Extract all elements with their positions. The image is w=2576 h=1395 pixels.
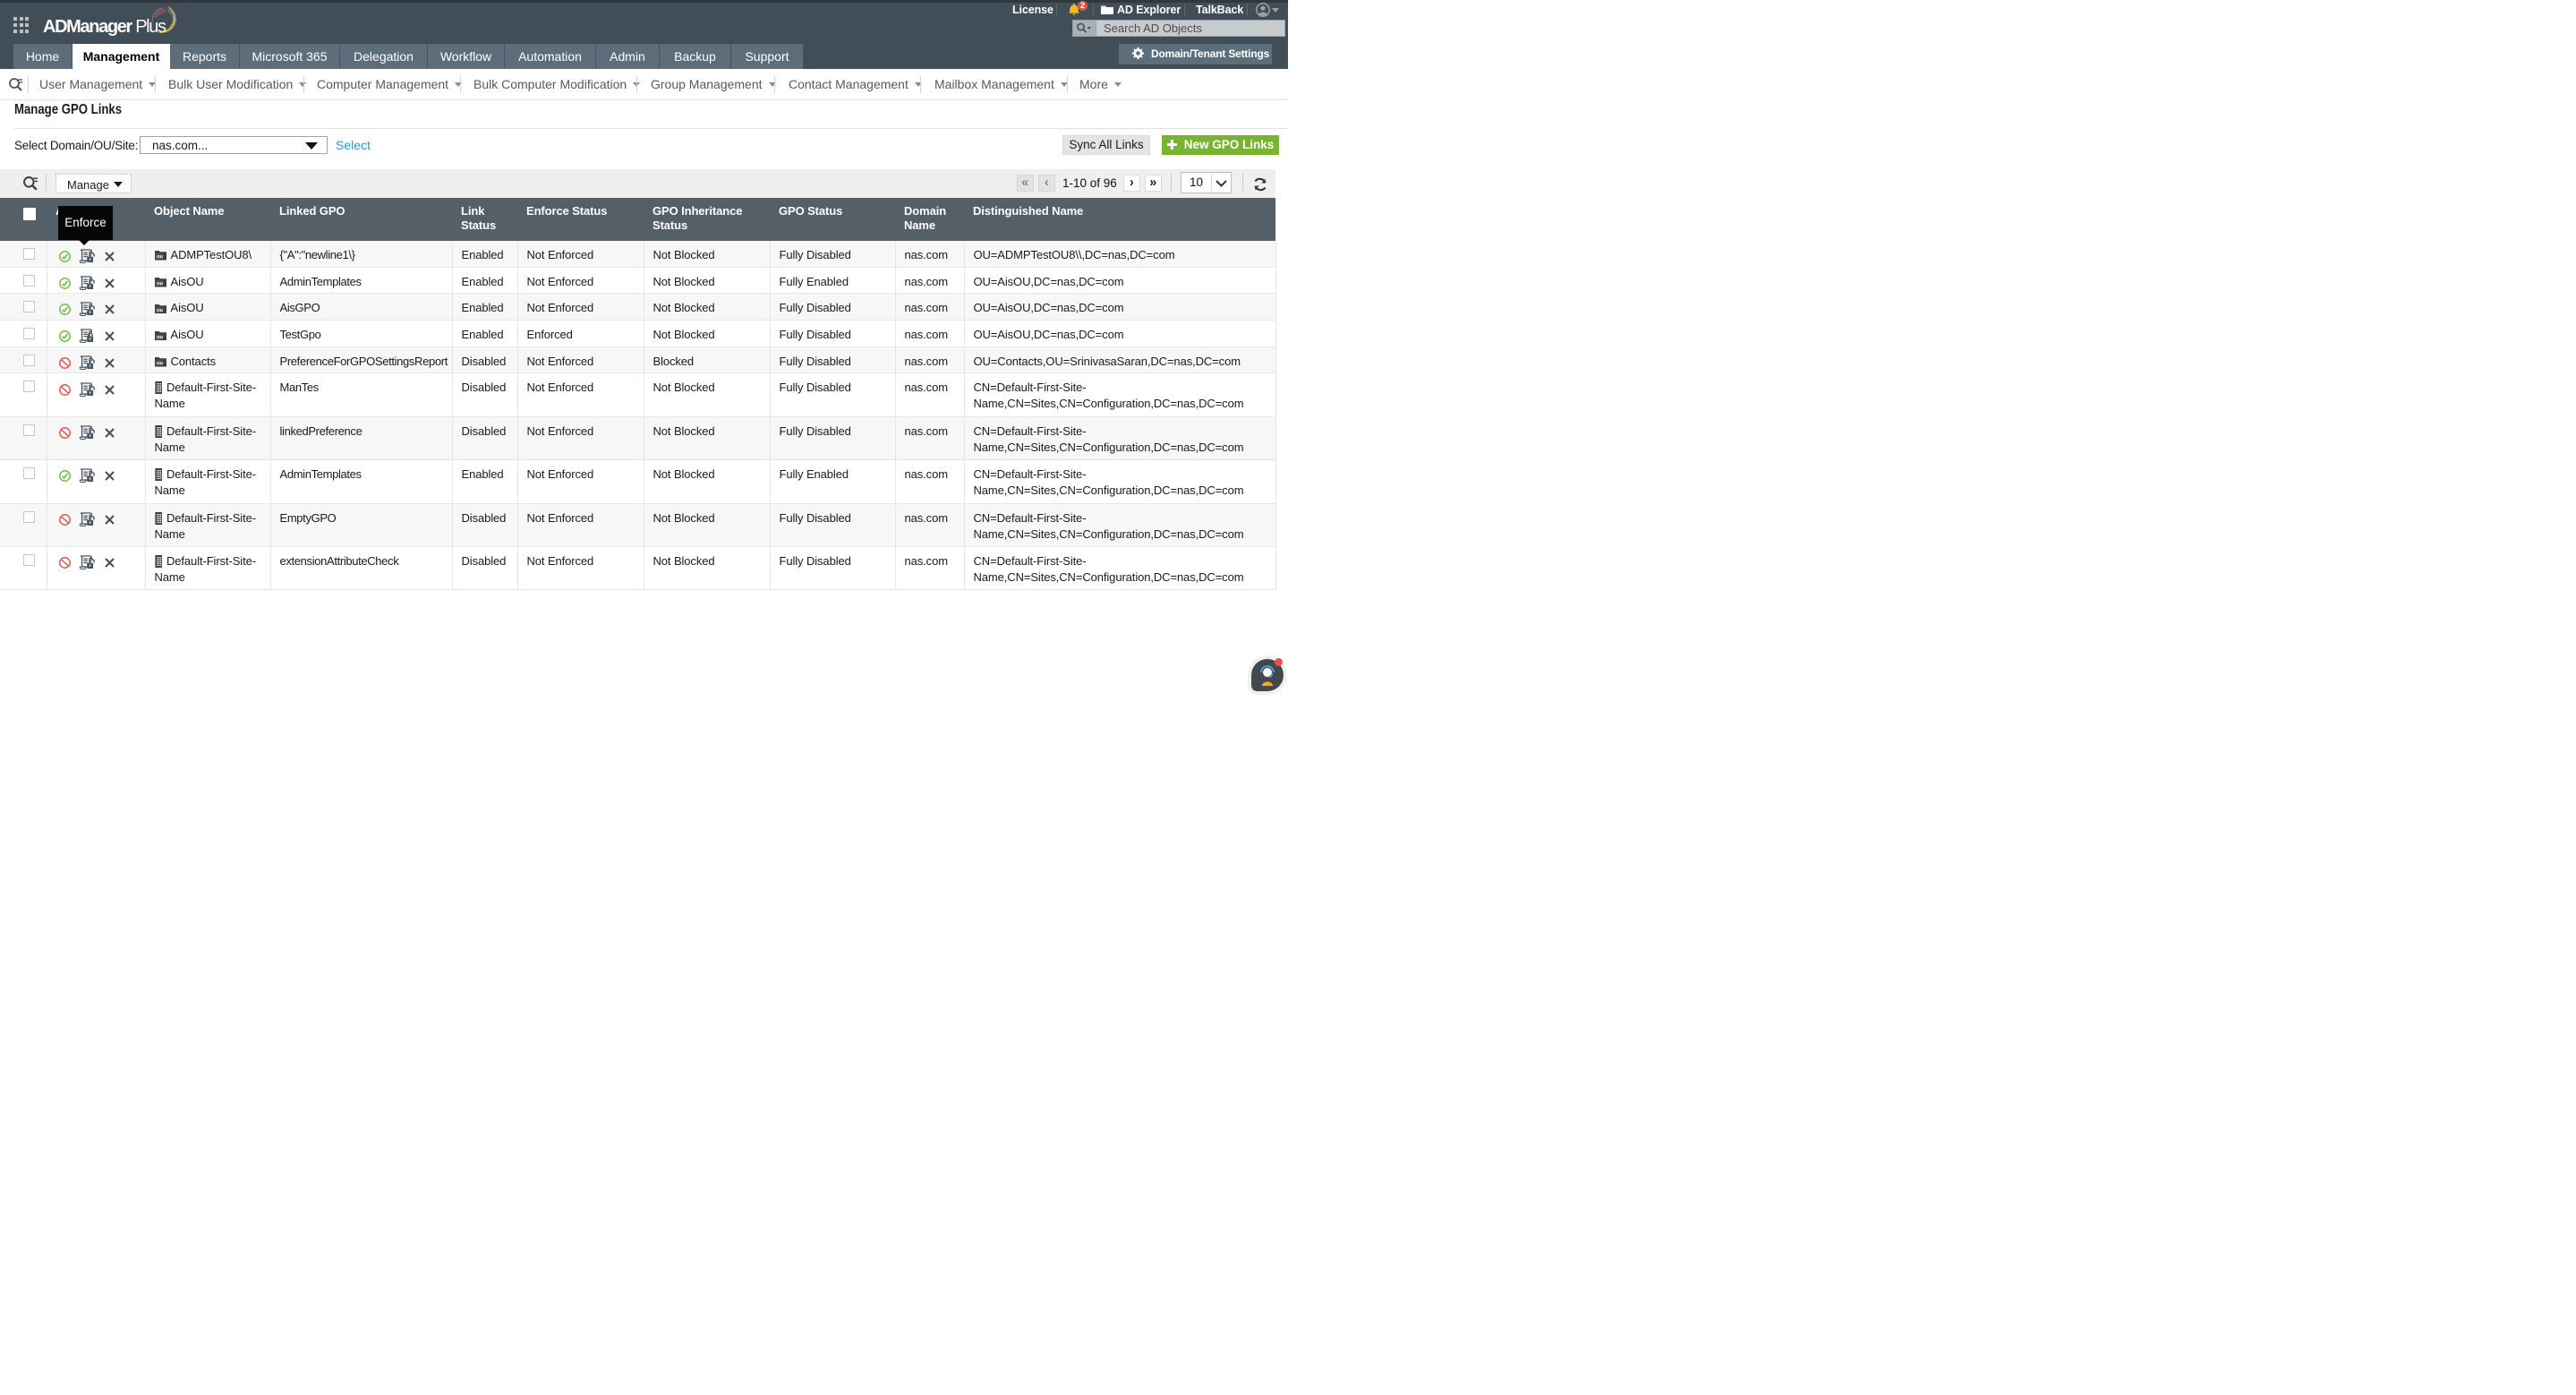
svg-text:ou: ou [157, 254, 163, 260]
svg-text:ou: ou [157, 308, 163, 313]
svg-text:ou: ou [157, 361, 163, 366]
svg-text:ou: ou [157, 334, 163, 339]
svg-text:ou: ou [157, 281, 163, 287]
